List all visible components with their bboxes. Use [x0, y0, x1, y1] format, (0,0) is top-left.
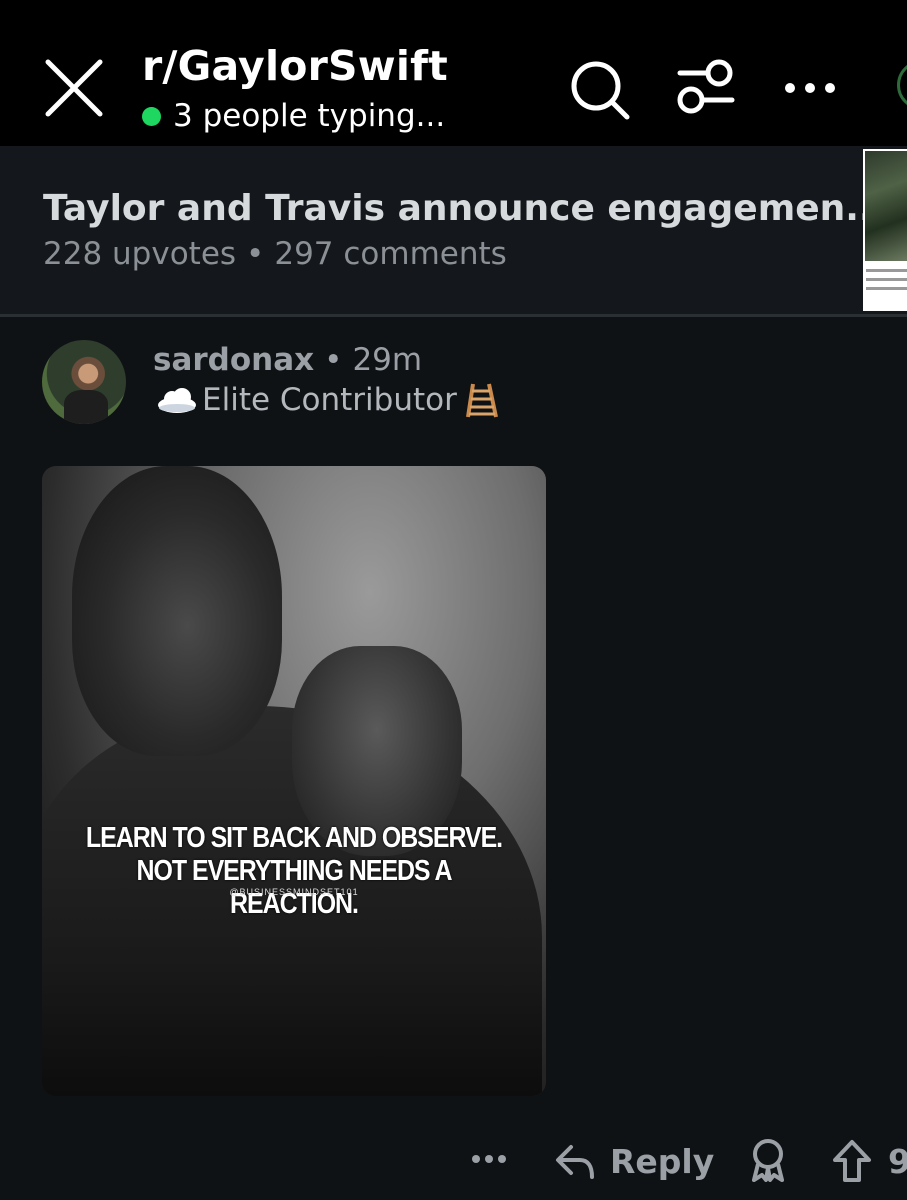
- image-figure-head: [72, 466, 282, 756]
- comment-more-button[interactable]: [470, 1150, 508, 1200]
- thumbnail-image: [865, 151, 907, 261]
- upvote-count: 228 upvotes: [43, 236, 237, 272]
- more-icon: [472, 1155, 506, 1163]
- award-icon: [752, 1139, 784, 1182]
- filter-icon: [677, 59, 735, 114]
- reply-label: Reply: [610, 1141, 715, 1181]
- user-flair: Elite Contributor: [156, 382, 503, 418]
- reply-button[interactable]: Reply: [554, 1136, 714, 1186]
- post-thumbnail[interactable]: [863, 149, 907, 311]
- comment-username[interactable]: sardonax: [153, 342, 314, 378]
- filter-button[interactable]: [672, 58, 738, 122]
- comment-upvote-count: 9: [888, 1141, 907, 1181]
- close-icon: [45, 59, 103, 117]
- upvote-button[interactable]: 9: [832, 1136, 907, 1186]
- comment-image[interactable]: LEARN TO SIT BACK AND OBSERVE. NOT EVERY…: [42, 466, 546, 1096]
- award-button[interactable]: [748, 1138, 788, 1188]
- more-icon: [785, 83, 835, 93]
- meta-separator: •: [246, 236, 265, 272]
- reply-icon: [556, 1145, 594, 1179]
- upvote-icon: [833, 1140, 871, 1182]
- image-quote: LEARN TO SIT BACK AND OBSERVE. NOT EVERY…: [77, 822, 510, 921]
- flair-text: Elite Contributor: [202, 382, 457, 418]
- close-button[interactable]: [44, 58, 104, 118]
- cloud-icon: [158, 388, 196, 413]
- typing-status-text: 3 people typing...: [173, 98, 446, 134]
- comment-separator: •: [324, 342, 343, 378]
- commenter-avatar[interactable]: [42, 340, 126, 424]
- thumbnail-caption: [866, 269, 907, 296]
- user-avatar[interactable]: [897, 60, 907, 110]
- image-quote-line-1: LEARN TO SIT BACK AND OBSERVE.: [85, 822, 503, 854]
- post-summary[interactable]: Taylor and Travis announce engagemen... …: [0, 146, 907, 317]
- online-indicator: [142, 106, 161, 126]
- post-title[interactable]: Taylor and Travis announce engagemen...: [43, 188, 886, 229]
- comment-time: 29m: [352, 342, 423, 378]
- top-bar: r/GaylorSwift 3 people typing...: [0, 0, 907, 146]
- typing-status: 3 people typing...: [142, 98, 445, 134]
- comment-header: sardonax • 29m: [153, 342, 422, 378]
- search-icon: [571, 61, 630, 120]
- comment-count: 297 comments: [274, 236, 507, 272]
- image-handle: @BUSINESSMINDSET101: [229, 887, 359, 897]
- search-button[interactable]: [568, 58, 632, 126]
- ladder-icon: [465, 383, 498, 418]
- more-options-button[interactable]: [780, 74, 840, 106]
- subreddit-title[interactable]: r/GaylorSwift: [142, 42, 448, 90]
- post-meta: 228 upvotes • 297 comments: [43, 236, 507, 272]
